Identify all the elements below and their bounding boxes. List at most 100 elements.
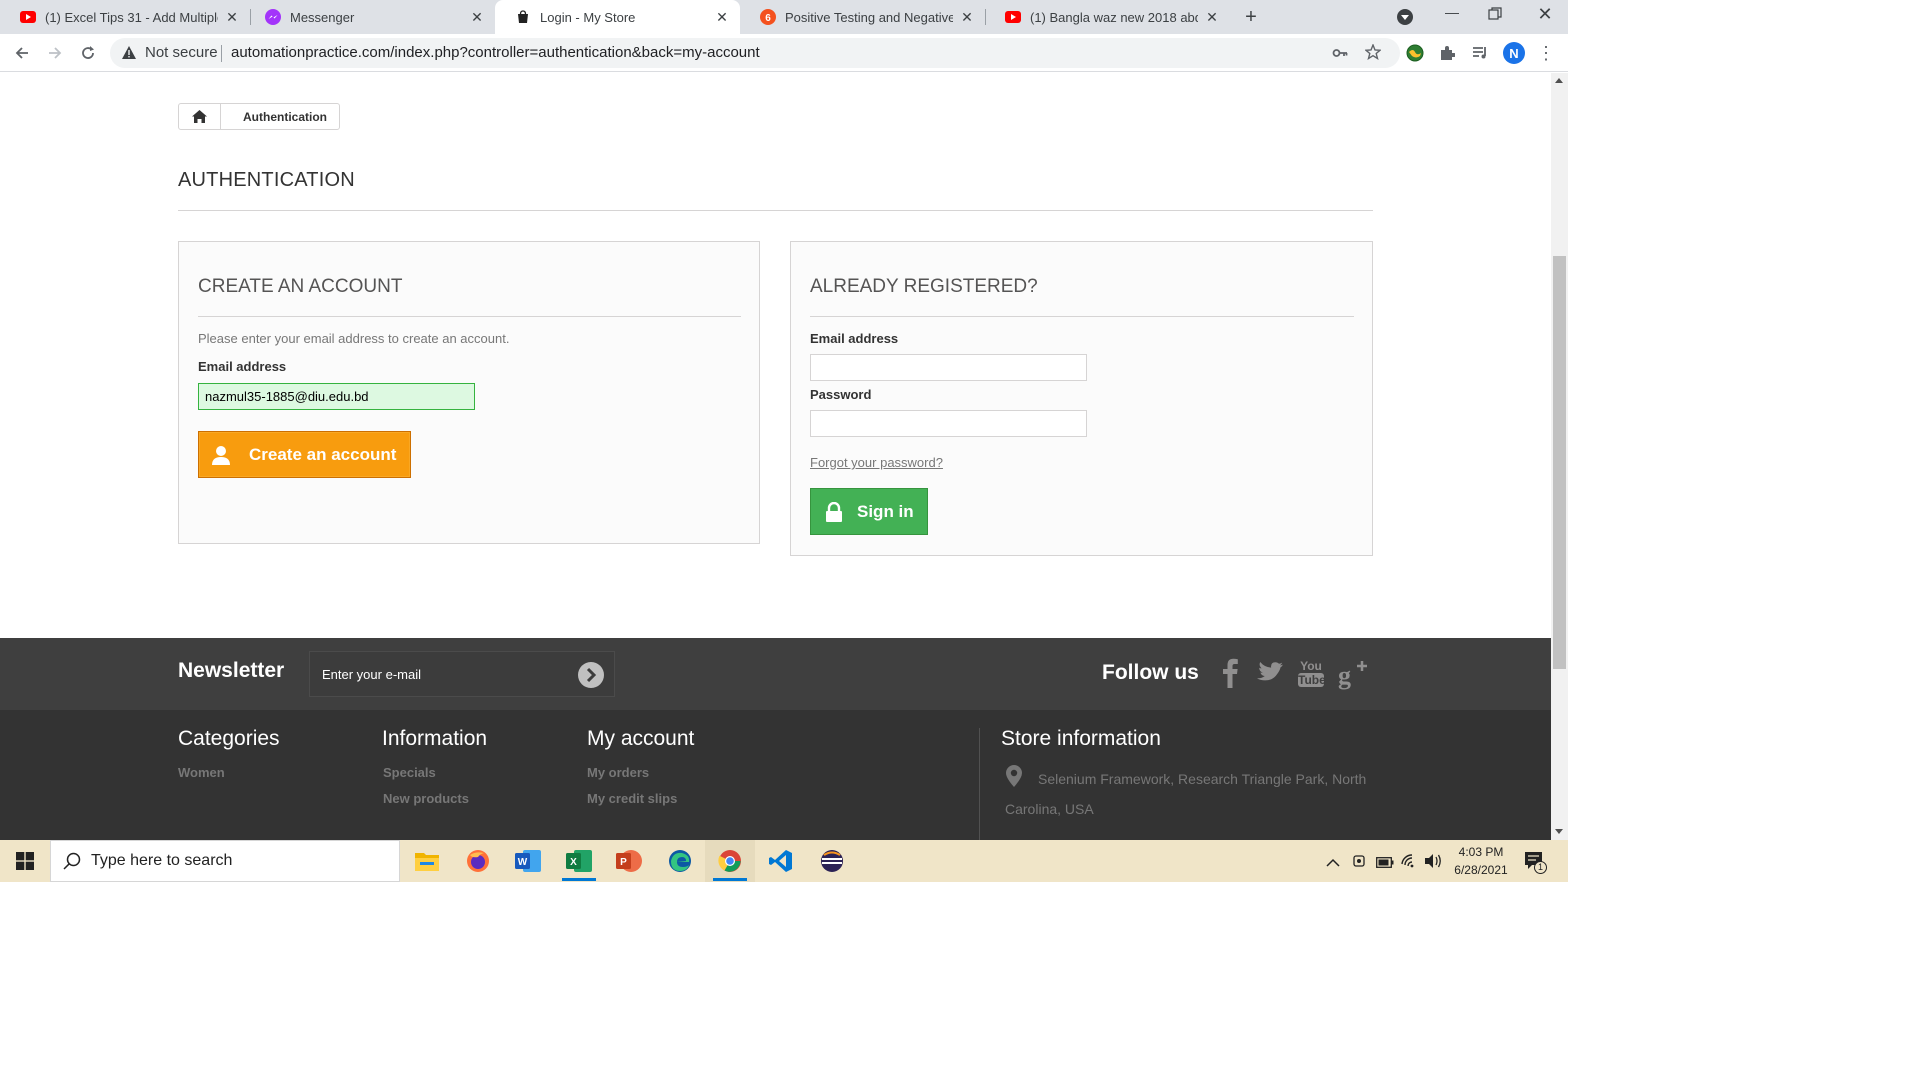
extension-globe-icon[interactable] [1401, 39, 1429, 67]
address-bar[interactable]: Not secure automationpractice.com/index.… [110, 38, 1400, 68]
tab-bangla-waz[interactable]: (1) Bangla waz new 2018 abdulla ✕ [985, 0, 1230, 34]
word-icon[interactable]: W [503, 840, 553, 882]
newsletter-placeholder: Enter your e-mail [322, 666, 421, 682]
chrome-icon[interactable] [705, 840, 755, 882]
firefox-icon[interactable] [453, 840, 503, 882]
running-indicator [713, 878, 747, 881]
close-tab-icon[interactable]: ✕ [469, 9, 485, 25]
tab-search-button[interactable] [1396, 8, 1416, 28]
close-tab-icon[interactable]: ✕ [1204, 9, 1220, 25]
close-window-button[interactable]: ✕ [1536, 4, 1554, 24]
scroll-up-arrow[interactable] [1555, 78, 1563, 83]
media-queue-icon[interactable] [1466, 39, 1494, 67]
svg-text:X: X [570, 857, 577, 868]
user-icon [199, 432, 243, 477]
scrollbar-thumb[interactable] [1553, 256, 1566, 669]
footer-store-info-title: Store information [1001, 727, 1161, 750]
close-tab-icon[interactable]: ✕ [959, 9, 975, 25]
login-email-input[interactable] [810, 354, 1087, 381]
store-address-line2: Carolina, USA [1005, 801, 1094, 817]
extensions-puzzle-icon[interactable] [1433, 39, 1461, 67]
excel-icon[interactable]: X [554, 840, 604, 882]
wifi-icon[interactable] [1400, 852, 1418, 873]
google-plus-icon[interactable]: g [1338, 660, 1368, 695]
scroll-down-arrow[interactable] [1555, 829, 1563, 834]
footer-categories-title: Categories [178, 727, 280, 750]
page-title: AUTHENTICATION [178, 169, 355, 191]
create-account-button-label: Create an account [249, 444, 397, 464]
key-icon[interactable] [1332, 45, 1348, 65]
newsletter-submit-icon[interactable] [578, 662, 604, 688]
site-icon: 6 [760, 9, 776, 25]
forgot-password-link[interactable]: Forgot your password? [810, 455, 943, 470]
show-hidden-icons-chevron-icon[interactable] [1326, 854, 1340, 870]
create-account-description: Please enter your email address to creat… [198, 331, 510, 346]
tab-login-my-store[interactable]: Login - My Store ✕ [495, 0, 740, 34]
breadcrumb: Authentication [178, 103, 340, 130]
footer-link-women[interactable]: Women [178, 765, 225, 780]
footer-link-specials[interactable]: Specials [383, 765, 436, 780]
powerpoint-icon[interactable]: P [604, 840, 654, 882]
security-label[interactable]: Not secure [145, 44, 218, 61]
create-account-button[interactable]: Create an account [198, 431, 411, 478]
new-tab-button[interactable]: + [1240, 7, 1262, 29]
forward-button[interactable] [41, 39, 69, 67]
tab-positive-testing[interactable]: 6 Positive Testing and Negative Te ✕ [740, 0, 985, 34]
sign-in-button-label: Sign in [857, 501, 914, 521]
facebook-icon[interactable] [1222, 658, 1238, 693]
password-label: Password [810, 387, 872, 402]
close-tab-icon[interactable]: ✕ [224, 9, 240, 25]
restore-button[interactable] [1488, 7, 1502, 21]
footer: Categories Women Information Specials Ne… [0, 710, 1551, 840]
title-divider [178, 210, 1373, 211]
taskbar-search-placeholder: Type here to search [91, 852, 233, 869]
running-indicator [562, 878, 596, 881]
notification-center-icon[interactable]: 1 [1524, 851, 1547, 878]
shop-icon [515, 9, 531, 25]
taskbar-search-box[interactable]: Type here to search [50, 840, 400, 882]
create-email-input[interactable]: nazmul35-1885@diu.edu.bd [198, 383, 475, 410]
file-explorer-icon[interactable] [402, 840, 452, 882]
home-icon[interactable] [179, 104, 221, 129]
url-text[interactable]: automationpractice.com/index.php?control… [231, 44, 760, 61]
close-tab-icon[interactable]: ✕ [714, 9, 730, 25]
windows-start-button[interactable] [0, 840, 50, 882]
battery-icon[interactable] [1376, 855, 1394, 873]
login-email-label: Email address [810, 331, 899, 346]
warning-icon[interactable] [122, 46, 136, 63]
back-button[interactable] [8, 39, 36, 67]
messenger-icon [265, 9, 281, 25]
footer-link-credit-slips[interactable]: My credit slips [587, 791, 677, 806]
youtube-social-icon[interactable]: You Tube [1298, 659, 1326, 687]
minimize-button[interactable]: — [1442, 4, 1462, 24]
browser-tab-strip: (1) Excel Tips 31 - Add Multiple L ✕ Mes… [0, 0, 1568, 34]
svg-text:6: 6 [765, 13, 771, 24]
profile-avatar[interactable]: N [1500, 39, 1528, 67]
search-icon [63, 852, 83, 870]
vscode-icon[interactable] [756, 840, 806, 882]
tab-excel-tips[interactable]: (1) Excel Tips 31 - Add Multiple L ✕ [0, 0, 250, 34]
footer-link-my-orders[interactable]: My orders [587, 765, 649, 780]
password-input[interactable] [810, 410, 1087, 437]
page-scrollbar[interactable] [1551, 73, 1568, 840]
meet-now-icon[interactable] [1353, 853, 1367, 874]
reload-button[interactable] [74, 39, 102, 67]
volume-icon[interactable] [1424, 853, 1442, 874]
youtube-icon [1005, 9, 1021, 25]
footer-information-title: Information [382, 727, 488, 750]
sign-in-button[interactable]: Sign in [810, 488, 928, 535]
tab-title: Login - My Store [540, 9, 636, 25]
breadcrumb-current: Authentication [243, 109, 327, 124]
footer-link-new-products[interactable]: New products [383, 791, 469, 806]
svg-text:P: P [620, 857, 627, 868]
taskbar-clock[interactable]: 4:03 PM 6/28/2021 [1448, 843, 1514, 879]
eclipse-icon[interactable] [807, 840, 857, 882]
bookmark-star-icon[interactable] [1364, 43, 1382, 64]
footer-my-account-title: My account [587, 727, 695, 750]
tab-messenger[interactable]: Messenger ✕ [245, 0, 495, 34]
twitter-icon[interactable] [1257, 662, 1283, 689]
browser-menu-icon[interactable]: ⋮ [1532, 39, 1560, 67]
newsletter-input[interactable]: Enter your e-mail [309, 651, 615, 697]
omnibox-divider [221, 45, 222, 62]
edge-icon[interactable] [655, 840, 705, 882]
